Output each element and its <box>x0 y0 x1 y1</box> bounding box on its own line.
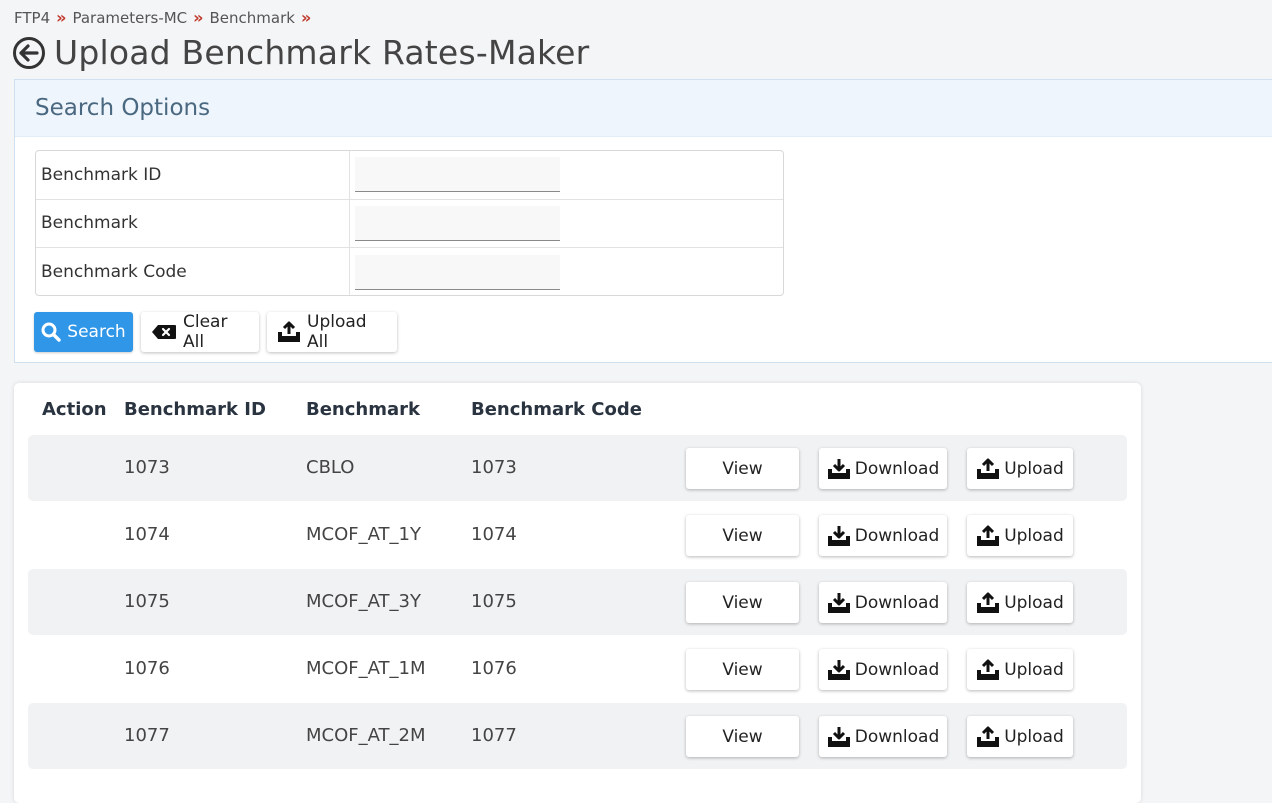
search-button-row: Search Clear All Upload All <box>34 312 397 352</box>
cell-benchmark: MCOF_AT_1M <box>306 658 426 679</box>
cell-benchmark-code: 1076 <box>471 658 517 679</box>
download-button[interactable]: Download <box>819 649 947 690</box>
view-button[interactable]: View <box>686 582 799 623</box>
search-row-benchmark-id: Benchmark ID <box>36 151 783 200</box>
breadcrumb-separator: » <box>56 8 67 27</box>
upload-tray-icon <box>277 321 301 343</box>
cell-benchmark-id: 1073 <box>124 457 170 478</box>
field-label: Benchmark <box>36 199 350 248</box>
download-button-label: Download <box>854 592 940 613</box>
upload-tray-icon <box>976 458 1000 480</box>
download-button-label: Download <box>854 726 940 747</box>
upload-button[interactable]: Upload <box>967 716 1073 757</box>
download-tray-icon <box>827 525 851 547</box>
search-row-benchmark-code: Benchmark Code <box>36 248 783 295</box>
upload-button-label: Upload <box>1004 659 1064 680</box>
view-button-label: View <box>722 458 763 479</box>
upload-tray-icon <box>976 592 1000 614</box>
cell-benchmark: CBLO <box>306 457 355 478</box>
upload-all-button[interactable]: Upload All <box>267 312 397 352</box>
upload-button[interactable]: Upload <box>967 448 1073 489</box>
upload-tray-icon <box>976 659 1000 681</box>
cell-benchmark-code: 1074 <box>471 524 517 545</box>
view-button-label: View <box>722 659 763 680</box>
download-button-label: Download <box>854 659 940 680</box>
download-button[interactable]: Download <box>819 716 947 757</box>
breadcrumb-separator: » <box>193 8 204 27</box>
download-button-label: Download <box>854 458 940 479</box>
breadcrumb: FTP4 » Parameters-MC » Benchmark » <box>14 8 317 27</box>
table-row: 1077 MCOF_AT_2M 1077 View Download Uploa… <box>28 703 1127 769</box>
search-icon <box>41 322 61 342</box>
clear-all-label: Clear All <box>183 312 228 352</box>
upload-tray-icon <box>976 726 1000 748</box>
download-tray-icon <box>827 659 851 681</box>
header-benchmark-id: Benchmark ID <box>124 399 266 420</box>
benchmark-input[interactable] <box>355 205 560 241</box>
view-button[interactable]: View <box>686 448 799 489</box>
search-button-label: Search <box>67 322 126 342</box>
upload-button[interactable]: Upload <box>967 649 1073 690</box>
page-title: Upload Benchmark Rates-Maker <box>54 33 590 72</box>
search-button[interactable]: Search <box>34 312 133 352</box>
cell-benchmark-code: 1077 <box>471 725 517 746</box>
header-benchmark: Benchmark <box>306 399 420 420</box>
clear-all-button[interactable]: Clear All <box>141 312 259 352</box>
search-row-benchmark: Benchmark <box>36 199 783 249</box>
table-row: 1076 MCOF_AT_1M 1076 View Download Uploa… <box>28 636 1127 702</box>
download-tray-icon <box>827 592 851 614</box>
upload-button[interactable]: Upload <box>967 582 1073 623</box>
upload-button-label: Upload <box>1004 458 1064 479</box>
upload-button-label: Upload <box>1004 525 1064 546</box>
results-table: Action Benchmark ID Benchmark Benchmark … <box>14 383 1141 803</box>
cell-benchmark-code: 1073 <box>471 457 517 478</box>
header-benchmark-code: Benchmark Code <box>471 399 642 420</box>
table-header: Action Benchmark ID Benchmark Benchmark … <box>14 383 1141 435</box>
breadcrumb-item-benchmark[interactable]: Benchmark <box>210 9 295 27</box>
download-tray-icon <box>827 458 851 480</box>
upload-button-label: Upload <box>1004 592 1064 613</box>
breadcrumb-item-parameters[interactable]: Parameters-MC <box>72 9 187 27</box>
cell-benchmark-id: 1074 <box>124 524 170 545</box>
upload-all-label: Upload All <box>307 312 367 352</box>
download-button[interactable]: Download <box>819 448 947 489</box>
benchmark-id-input[interactable] <box>355 157 560 193</box>
cell-benchmark: MCOF_AT_3Y <box>306 591 421 612</box>
upload-button-label: Upload <box>1004 726 1064 747</box>
field-label: Benchmark Code <box>36 248 350 295</box>
back-arrow-icon[interactable] <box>12 36 46 70</box>
upload-tray-icon <box>976 525 1000 547</box>
download-tray-icon <box>827 726 851 748</box>
download-button[interactable]: Download <box>819 582 947 623</box>
table-row: 1073 CBLO 1073 View Download Upload <box>28 435 1127 501</box>
view-button[interactable]: View <box>686 716 799 757</box>
download-button[interactable]: Download <box>819 515 947 556</box>
cell-benchmark-id: 1076 <box>124 658 170 679</box>
cell-benchmark-code: 1075 <box>471 591 517 612</box>
header-action: Action <box>42 399 107 420</box>
upload-button[interactable]: Upload <box>967 515 1073 556</box>
backspace-clear-icon <box>151 324 177 340</box>
view-button-label: View <box>722 592 763 613</box>
view-button[interactable]: View <box>686 515 799 556</box>
cell-benchmark-id: 1077 <box>124 725 170 746</box>
field-label: Benchmark ID <box>36 151 350 199</box>
search-options-panel: Search Options Benchmark ID Benchmark Be… <box>14 79 1272 363</box>
search-options-heading: Search Options <box>15 80 1272 137</box>
benchmark-code-input[interactable] <box>355 254 560 290</box>
cell-benchmark-id: 1075 <box>124 591 170 612</box>
cell-benchmark: MCOF_AT_2M <box>306 725 426 746</box>
view-button[interactable]: View <box>686 649 799 690</box>
cell-benchmark: MCOF_AT_1Y <box>306 524 421 545</box>
table-row: 1075 MCOF_AT_3Y 1075 View Download Uploa… <box>28 569 1127 635</box>
search-form-table: Benchmark ID Benchmark Benchmark Code <box>35 150 784 296</box>
view-button-label: View <box>722 726 763 747</box>
title-row: Upload Benchmark Rates-Maker <box>12 33 589 72</box>
breadcrumb-item-ftp4[interactable]: FTP4 <box>14 9 50 27</box>
breadcrumb-separator: » <box>300 8 312 27</box>
download-button-label: Download <box>854 525 940 546</box>
table-row: 1074 MCOF_AT_1Y 1074 View Download Uploa… <box>28 502 1127 568</box>
view-button-label: View <box>722 525 763 546</box>
